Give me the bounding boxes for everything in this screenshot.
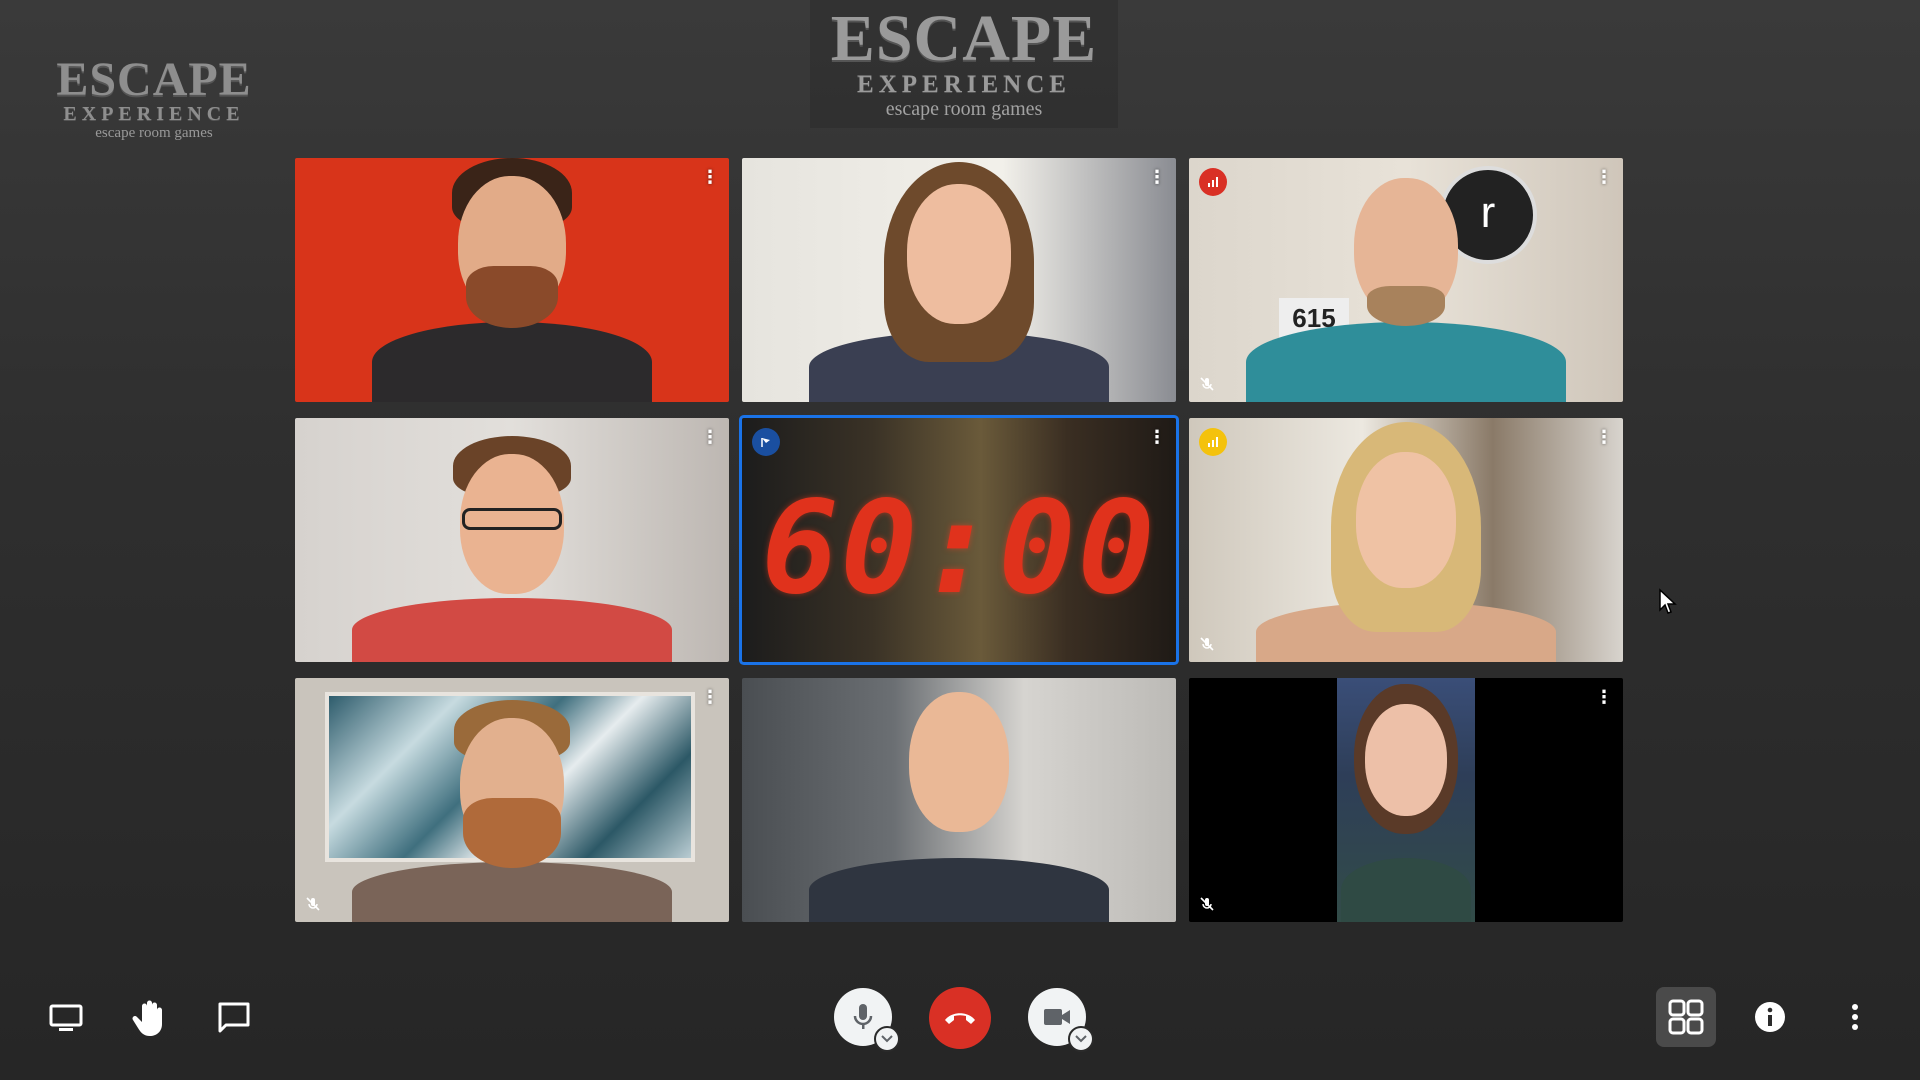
hang-up-icon	[945, 1013, 975, 1024]
mic-muted-icon	[1200, 637, 1214, 651]
video-grid: ⋮ ⋮ r 615 ⋮ ⋮ 60:00 ⋮ ⋮ ⋮ ⋮	[295, 158, 1623, 924]
countdown-timer: 60:00	[761, 474, 1157, 623]
mic-muted-icon	[306, 897, 320, 911]
more-vert-icon	[1852, 1004, 1858, 1030]
chevron-down-icon	[1075, 1035, 1087, 1043]
more-options-icon[interactable]: ⋮	[1595, 688, 1613, 706]
present-screen-button[interactable]	[46, 1000, 86, 1036]
speaking-indicator-icon	[1199, 168, 1227, 196]
participant-video	[1246, 418, 1566, 662]
mic-muted-icon	[1200, 897, 1214, 911]
more-options-button[interactable]	[1840, 1000, 1870, 1034]
more-options-icon[interactable]: ⋮	[1148, 428, 1166, 446]
leave-call-button[interactable]	[929, 987, 991, 1049]
video-tile-participant-7[interactable]: ⋮	[295, 678, 729, 922]
video-tile-timer[interactable]: 60:00 ⋮	[742, 418, 1176, 662]
participant-video	[799, 678, 1119, 922]
more-options-icon[interactable]: ⋮	[701, 428, 719, 446]
raise-hand-icon	[132, 1000, 162, 1036]
mouse-cursor-icon	[1659, 588, 1677, 614]
video-tile-participant-6[interactable]: ⋮	[1189, 418, 1623, 662]
camera-options-chevron[interactable]	[1068, 1026, 1094, 1052]
tile-layout-button[interactable]	[1656, 987, 1716, 1047]
microphone-button[interactable]	[834, 988, 900, 1052]
participant-video	[352, 678, 672, 922]
camera-icon	[1044, 1009, 1070, 1025]
more-options-icon[interactable]: ⋮	[1595, 428, 1613, 446]
raise-hand-button[interactable]	[130, 996, 170, 1040]
pinned-icon	[752, 428, 780, 456]
escape-experience-logo-left: ESCAPE EXPERIENCE escape room games	[56, 53, 252, 141]
more-options-icon[interactable]: ⋮	[1595, 168, 1613, 186]
camera-button[interactable]	[1028, 988, 1094, 1052]
more-options-icon[interactable]: ⋮	[701, 168, 719, 186]
chat-icon	[218, 1002, 250, 1033]
speaking-indicator-icon	[1199, 428, 1227, 456]
present-screen-icon	[49, 1004, 83, 1031]
video-tile-participant-3[interactable]: r 615 ⋮	[1189, 158, 1623, 402]
participant-video	[1246, 158, 1566, 402]
microphone-icon	[853, 1004, 873, 1029]
participant-video	[1337, 678, 1475, 922]
more-options-icon[interactable]: ⋮	[701, 688, 719, 706]
video-tile-participant-4[interactable]: ⋮	[295, 418, 729, 662]
more-options-icon[interactable]: ⋮	[1148, 168, 1166, 186]
microphone-options-chevron[interactable]	[874, 1026, 900, 1052]
video-tile-participant-1[interactable]: ⋮	[295, 158, 729, 402]
meeting-info-button[interactable]	[1753, 1000, 1787, 1034]
grid-layout-icon	[1668, 999, 1704, 1035]
participant-video	[362, 158, 662, 402]
video-tile-participant-9[interactable]: ⋮	[1189, 678, 1623, 922]
chevron-down-icon	[881, 1035, 893, 1043]
participant-video	[352, 418, 672, 662]
participant-video	[809, 158, 1109, 402]
chat-button[interactable]	[214, 998, 254, 1038]
mic-muted-icon	[1200, 377, 1214, 391]
info-icon	[1755, 1002, 1785, 1032]
escape-experience-logo-center: ESCAPE EXPERIENCE escape room games	[810, 0, 1118, 128]
video-tile-participant-8[interactable]	[742, 678, 1176, 922]
video-tile-participant-2[interactable]: ⋮	[742, 158, 1176, 402]
